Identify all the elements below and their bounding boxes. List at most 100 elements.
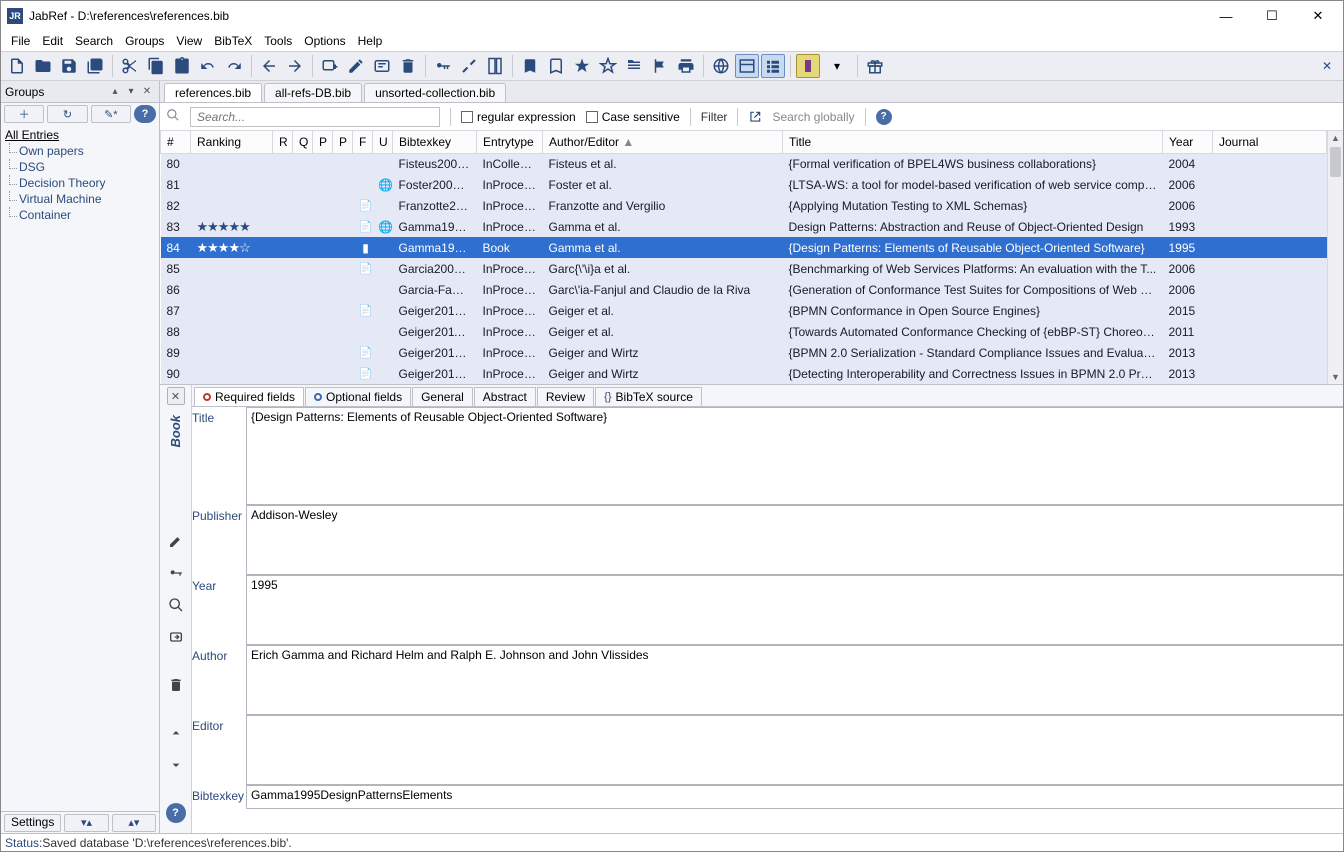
col-p2[interactable]: P — [333, 131, 353, 153]
redo-icon[interactable] — [222, 54, 246, 78]
generate-key-icon[interactable] — [431, 54, 455, 78]
collapse-icon[interactable]: ▾▴ — [64, 814, 108, 832]
add-group-icon[interactable]: ＋ — [4, 105, 44, 123]
cleanup-icon[interactable] — [457, 54, 481, 78]
chevron-down-icon[interactable]: ▾ — [123, 84, 139, 100]
table-row[interactable]: 85📄Garcia2006B...InProcee...Garc{\'\i}a … — [161, 258, 1327, 279]
col-f[interactable]: F — [353, 131, 373, 153]
title-field[interactable] — [246, 407, 1343, 505]
table-row[interactable]: 83★★★★★📄🌐Gamma1993...InProcee...Gamma et… — [161, 216, 1327, 237]
copy-icon[interactable] — [144, 54, 168, 78]
star-icon[interactable] — [570, 54, 594, 78]
key-icon[interactable] — [166, 563, 186, 583]
author-field[interactable] — [246, 645, 1343, 715]
search-help-icon[interactable]: ? — [876, 109, 892, 125]
table-row[interactable]: 82📄Franzotte200...InProcee...Franzotte a… — [161, 195, 1327, 216]
tab-general[interactable]: General — [412, 387, 473, 406]
menu-help[interactable]: Help — [352, 34, 389, 48]
auto-group-icon[interactable]: ✎* — [91, 105, 131, 123]
toggle-editor-icon[interactable] — [761, 54, 785, 78]
search-globally-label[interactable]: Search globally — [772, 110, 854, 124]
paste-icon[interactable] — [170, 54, 194, 78]
open-db-icon[interactable] — [31, 54, 55, 78]
table-row[interactable]: 90📄Geiger2013...InProcee...Geiger and Wi… — [161, 363, 1327, 384]
tree-item[interactable]: DSG — [19, 160, 45, 174]
menu-tools[interactable]: Tools — [258, 34, 298, 48]
link-icon[interactable] — [166, 627, 186, 647]
next-entry-icon[interactable] — [166, 755, 186, 775]
expand-icon[interactable]: ▴▾ — [112, 814, 156, 832]
mark-icon[interactable] — [483, 54, 507, 78]
col-q[interactable]: Q — [293, 131, 313, 153]
bibtexkey-field[interactable] — [246, 785, 1343, 809]
editor-help-icon[interactable]: ? — [166, 803, 186, 823]
table-row[interactable]: 80Fisteus2004...InCollecti...Fisteus et … — [161, 153, 1327, 174]
edit-strings-icon[interactable] — [370, 54, 394, 78]
web-icon[interactable] — [709, 54, 733, 78]
priority-icon[interactable] — [622, 54, 646, 78]
minimize-button[interactable]: — — [1203, 1, 1249, 31]
col-year[interactable]: Year — [1163, 131, 1213, 153]
external-link-icon[interactable] — [748, 110, 762, 124]
close-button[interactable]: ✕ — [1295, 1, 1341, 31]
settings-button[interactable]: Settings — [4, 814, 61, 832]
menu-bibtex[interactable]: BibTeX — [208, 34, 258, 48]
col-ranking[interactable]: Ranking — [191, 131, 273, 153]
col-title[interactable]: Title — [783, 131, 1163, 153]
close-panel-icon[interactable]: ✕ — [139, 84, 155, 100]
db-tab[interactable]: references.bib — [164, 83, 262, 102]
print-icon[interactable] — [674, 54, 698, 78]
close-db-icon[interactable]: ✕ — [1315, 54, 1339, 78]
menu-groups[interactable]: Groups — [119, 34, 170, 48]
cut-icon[interactable] — [118, 54, 142, 78]
back-icon[interactable] — [257, 54, 281, 78]
tree-item[interactable]: Own papers — [19, 144, 84, 158]
highlight-dropdown-icon[interactable]: ▾ — [822, 54, 852, 78]
refresh-groups-icon[interactable]: ↻ — [47, 105, 87, 123]
publisher-field[interactable] — [246, 505, 1343, 575]
search-icon[interactable] — [166, 595, 186, 615]
menu-edit[interactable]: Edit — [36, 34, 69, 48]
table-row[interactable]: 87📄Geiger2015B...InProcee...Geiger et al… — [161, 300, 1327, 321]
col-num[interactable]: # — [161, 131, 191, 153]
bookmark-outline-icon[interactable] — [544, 54, 568, 78]
forward-icon[interactable] — [283, 54, 307, 78]
table-row[interactable]: 84★★★★☆▮Gamma1995...BookGamma et al.{Des… — [161, 237, 1327, 258]
save-icon[interactable] — [57, 54, 81, 78]
prev-entry-icon[interactable] — [166, 723, 186, 743]
menu-options[interactable]: Options — [298, 34, 351, 48]
menu-search[interactable]: Search — [69, 34, 119, 48]
save-all-icon[interactable] — [83, 54, 107, 78]
vertical-scrollbar[interactable]: ▲ ▼ — [1327, 131, 1343, 384]
new-db-icon[interactable] — [5, 54, 29, 78]
editor-field[interactable] — [246, 715, 1343, 785]
toggle-preview-icon[interactable] — [735, 54, 759, 78]
tree-root[interactable]: All Entries — [5, 127, 155, 143]
tree-item[interactable]: Decision Theory — [19, 176, 105, 190]
col-key[interactable]: Bibtexkey — [393, 131, 477, 153]
db-tab[interactable]: all-refs-DB.bib — [264, 83, 362, 102]
tab-required[interactable]: Required fields — [194, 387, 304, 406]
col-p[interactable]: P — [313, 131, 333, 153]
tab-optional[interactable]: Optional fields — [305, 387, 411, 406]
pencil-icon[interactable] — [166, 531, 186, 551]
filter-label[interactable]: Filter — [701, 110, 728, 124]
col-u[interactable]: U — [373, 131, 393, 153]
highlight-icon[interactable] — [796, 54, 820, 78]
star-outline-icon[interactable] — [596, 54, 620, 78]
tree-item[interactable]: Virtual Machine — [19, 192, 102, 206]
delete-icon[interactable] — [396, 54, 420, 78]
year-field[interactable] — [246, 575, 1343, 645]
col-journal[interactable]: Journal — [1213, 131, 1327, 153]
editor-close-icon[interactable]: ✕ — [167, 387, 185, 405]
search-input[interactable] — [190, 107, 440, 127]
trash-icon[interactable] — [166, 675, 186, 695]
table-row[interactable]: 86Garcia-Fanju...InProcee...Garc\'ia-Fan… — [161, 279, 1327, 300]
edit-entry-icon[interactable] — [344, 54, 368, 78]
col-r[interactable]: R — [273, 131, 293, 153]
tab-abstract[interactable]: Abstract — [474, 387, 536, 406]
gift-icon[interactable] — [863, 54, 887, 78]
tab-review[interactable]: Review — [537, 387, 594, 406]
table-row[interactable]: 89📄Geiger2013B...InProcee...Geiger and W… — [161, 342, 1327, 363]
tab-source[interactable]: {} BibTeX source — [595, 387, 702, 406]
